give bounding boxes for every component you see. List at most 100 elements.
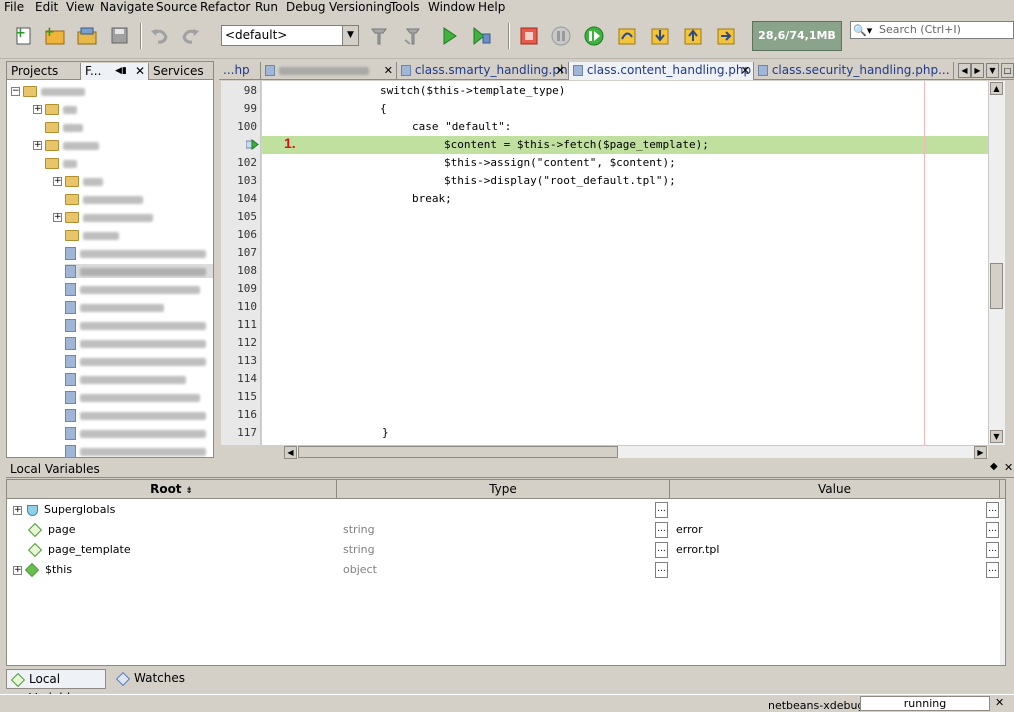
code-line[interactable] [262,280,988,298]
code-line[interactable] [262,388,988,406]
tab-scroll-left-icon[interactable]: ◀ [958,63,971,78]
tree-item-selected[interactable] [65,264,213,278]
code-line[interactable]: { [262,100,988,118]
tree-item[interactable]: + [53,174,103,188]
tree-item[interactable] [65,444,206,457]
maximize-icon[interactable]: □ [1001,63,1014,78]
scroll-left-icon[interactable]: ◀ [284,446,297,459]
memory-indicator[interactable]: 28,6/74,1MB [752,21,842,51]
ellipsis-button[interactable]: ... [986,522,999,538]
scroll-thumb[interactable] [298,446,618,458]
tab-files[interactable]: F... ◀▮ ✕ [81,63,149,80]
build-icon[interactable] [366,23,392,49]
search-icon[interactable]: 🔍▾ [853,23,872,39]
tab-editor-file-blurred[interactable]: ✕ [261,62,397,80]
ellipsis-button[interactable]: ... [986,542,999,558]
tree-item[interactable] [65,192,143,206]
scroll-down-icon[interactable]: ▼ [990,430,1003,443]
code-line[interactable] [262,208,988,226]
debug-icon[interactable] [468,23,494,49]
menu-versioning[interactable]: Versioning [329,0,392,14]
redo-icon[interactable] [178,23,204,49]
tree-item[interactable] [65,246,206,260]
sort-icon[interactable]: ⇟ [185,486,193,496]
code-line[interactable]: $this->assign("content", $content); [262,154,988,172]
continue-icon[interactable] [581,23,607,49]
open-project-icon[interactable] [74,23,100,49]
close-icon[interactable]: ✕ [741,62,750,79]
column-header-root[interactable]: Root ⇟ [7,480,337,499]
tree-item[interactable] [45,156,77,170]
code-line[interactable] [262,370,988,388]
tab-scroll-right-icon[interactable]: ▶ [971,63,984,78]
code-line[interactable]: } [262,424,988,442]
editor-vertical-scrollbar[interactable]: ▲ ▼ [988,81,1005,445]
menu-edit[interactable]: Edit [35,0,58,14]
code-line[interactable]: case "default": [262,118,988,136]
scroll-right-icon[interactable]: ▶ [974,446,987,459]
tree-item[interactable] [65,372,186,386]
tree-item[interactable]: + [33,138,99,152]
variable-value-cell[interactable]: error.tpl [670,540,988,560]
step-into-icon[interactable] [647,23,673,49]
menu-tools[interactable]: Tools [390,0,420,14]
tab-list-icon[interactable]: ▼ [986,63,999,78]
search-input[interactable]: 🔍▾ Search (Ctrl+I) [850,21,1014,39]
tree-item[interactable] [45,120,83,134]
config-select[interactable]: <default> ▼ [221,25,359,46]
tree-item[interactable] [65,408,206,422]
menu-view[interactable]: View [66,0,94,14]
variable-row[interactable]: page string... error... [7,520,1005,540]
stop-debug-icon[interactable] [516,23,542,49]
menu-source[interactable]: Source [156,0,197,14]
close-icon[interactable]: ✕ [556,62,565,79]
menu-window[interactable]: Window [428,0,475,14]
code-line[interactable] [262,226,988,244]
close-icon[interactable]: ✕ [135,63,145,79]
save-all-icon[interactable] [107,23,133,49]
code-line[interactable] [262,334,988,352]
tab-projects[interactable]: Projects [7,63,81,80]
column-header-type[interactable]: Type [337,480,670,499]
menu-debug[interactable]: Debug [286,0,325,14]
new-project-icon[interactable]: + [42,23,68,49]
step-over-icon[interactable] [614,23,640,49]
scroll-thumb[interactable] [990,263,1003,309]
menu-help[interactable]: Help [478,0,505,14]
code-line[interactable]: $this->display("root_default.tpl"); [262,172,988,190]
undo-icon[interactable] [146,23,172,49]
tree-item[interactable] [65,426,206,440]
code-editor[interactable]: switch($this->template_type){case "defau… [262,81,988,445]
variable-row[interactable]: page_template string... error.tpl... [7,540,1005,560]
code-line[interactable] [262,298,988,316]
code-line[interactable] [262,244,988,262]
tree-item[interactable]: + [53,210,153,224]
run-icon[interactable] [436,23,462,49]
ellipsis-button[interactable]: ... [986,502,999,518]
tree-item[interactable] [65,228,119,242]
tree-item[interactable] [65,354,206,368]
new-file-icon[interactable]: + [11,23,37,49]
tab-editor-smarty[interactable]: class.smarty_handling.php ✕ [397,62,569,80]
chevron-down-icon[interactable]: ▼ [342,26,358,45]
close-icon[interactable]: ✕ [995,696,1004,709]
tab-editor-file[interactable]: ...hp [219,62,261,80]
code-line[interactable] [262,262,988,280]
editor-horizontal-scrollbar[interactable]: ◀ ▶ [284,445,988,459]
expand-icon[interactable]: + [13,505,22,515]
tree-item[interactable]: + [33,102,77,116]
code-line[interactable]: break; [262,190,988,208]
menu-refactor[interactable]: Refactor [200,0,250,14]
tree-item[interactable] [65,300,164,314]
variable-row[interactable]: + Superglobals...... [7,500,1005,520]
tree-item[interactable] [65,390,200,404]
menu-navigate[interactable]: Navigate [100,0,154,14]
ellipsis-button[interactable]: ... [655,502,668,518]
panel-menu-icon[interactable]: ◆ [990,461,998,472]
code-line[interactable] [262,316,988,334]
code-line[interactable] [262,352,988,370]
current-line[interactable]: $content = $this->fetch($page_template); [262,136,988,154]
code-line[interactable]: switch($this->template_type) [262,82,988,100]
current-line-marker-icon[interactable] [245,139,259,150]
variable-row[interactable]: + $this object...... [7,560,1005,580]
